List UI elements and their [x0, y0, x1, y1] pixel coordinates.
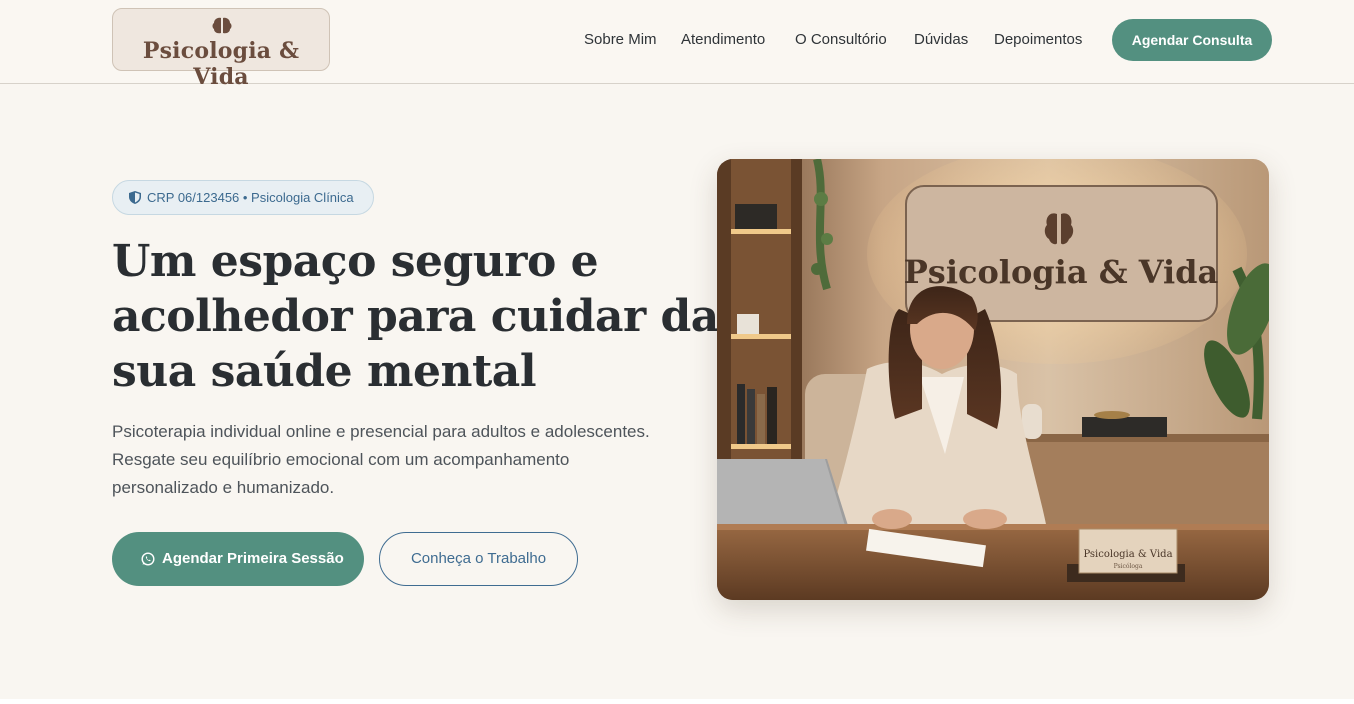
nav-depoimentos[interactable]: Depoimentos	[994, 31, 1082, 48]
description-line: Resgate seu equilíbrio emocional com um …	[112, 450, 570, 469]
brand-name: Psicologia & Vida	[142, 38, 300, 90]
headline-line: sua saúde mental	[112, 346, 537, 397]
nav-sobre-mim[interactable]: Sobre Mim	[584, 31, 657, 48]
nav-o-consultorio[interactable]: O Consultório	[795, 31, 887, 48]
description-line: Psicoterapia individual online e presenc…	[112, 422, 650, 441]
hero-headline: Um espaço seguro e acolhedor para cuidar…	[112, 234, 719, 399]
office-photo-illustration: Psicologia & Vida Psicologia & Vida Psic…	[717, 159, 1269, 600]
headline-line: acolhedor para cuidar da	[112, 291, 719, 342]
whatsapp-icon	[141, 552, 155, 566]
badge-text: CRP 06/123456 • Psicologia Clínica	[147, 190, 354, 205]
section-divider	[0, 699, 1354, 704]
description-line: personalizado e humanizado.	[112, 478, 335, 497]
conheca-o-trabalho-button[interactable]: Conheça o Trabalho	[379, 532, 578, 586]
headline-line: Um espaço seguro e	[112, 236, 599, 287]
site-header: Psicologia & Vida Sobre Mim Atendimento …	[0, 0, 1354, 90]
crp-badge: CRP 06/123456 • Psicologia Clínica	[112, 180, 374, 215]
agendar-consulta-button[interactable]: Agendar Consulta	[1112, 19, 1272, 61]
office-photo: Psicologia & Vida Psicologia & Vida Psic…	[717, 159, 1269, 600]
primary-button-label: Agendar Primeira Sessão	[162, 550, 344, 567]
nav-duvidas[interactable]: Dúvidas	[914, 31, 968, 48]
nameplate-title: Psicologia & Vida	[1083, 549, 1172, 560]
nameplate-subtitle: Psicóloga	[1114, 563, 1143, 570]
brand-logo[interactable]: Psicologia & Vida	[112, 8, 330, 90]
hero-description: Psicoterapia individual online e presenc…	[112, 418, 672, 502]
shield-icon	[129, 191, 141, 204]
brain-icon	[212, 17, 232, 34]
agendar-primeira-sessao-button[interactable]: Agendar Primeira Sessão	[112, 532, 364, 586]
sign-text: Psicologia & Vida	[904, 253, 1219, 291]
nav-atendimento[interactable]: Atendimento	[681, 31, 765, 48]
